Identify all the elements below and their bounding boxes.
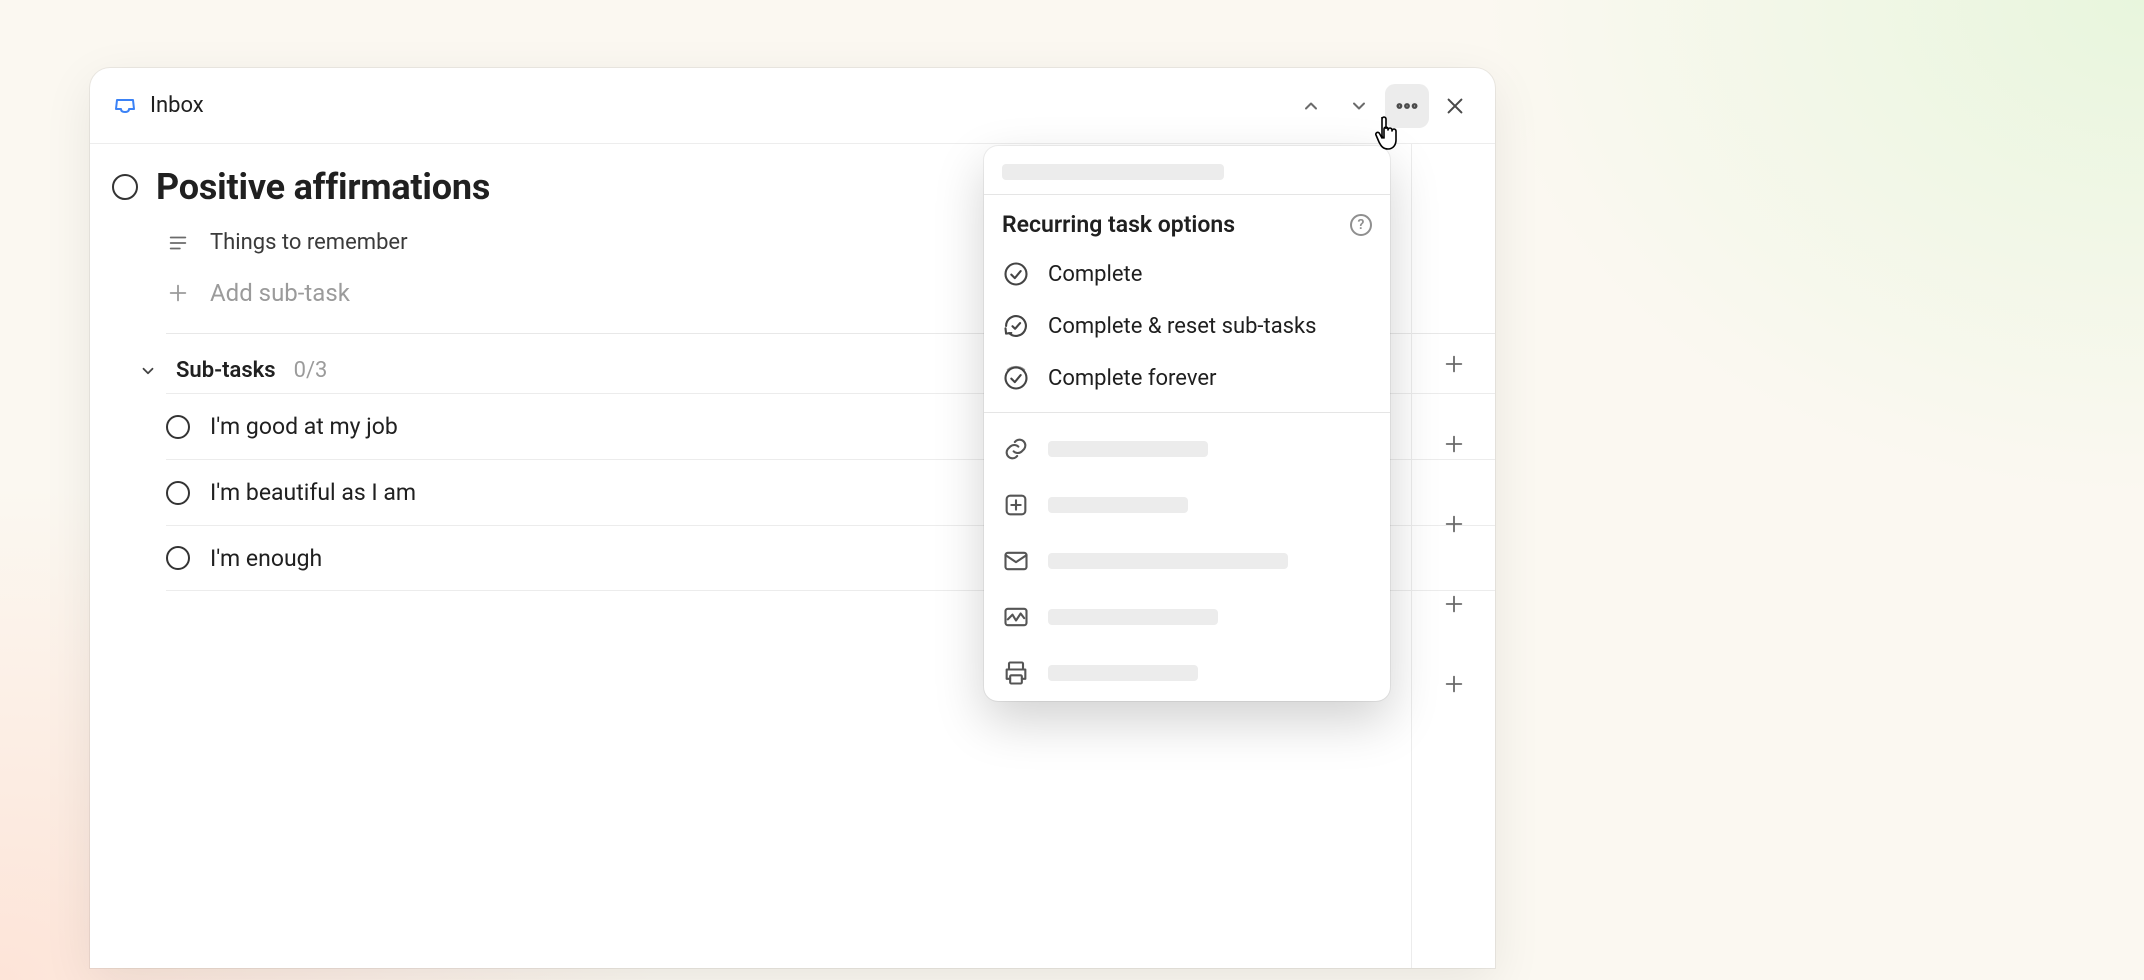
menu-item-complete[interactable]: Complete: [984, 248, 1390, 300]
breadcrumb-inbox[interactable]: Inbox: [150, 93, 204, 118]
placeholder-bar: [1048, 497, 1188, 513]
menu-placeholder-top: [984, 146, 1390, 186]
notes-icon: [166, 231, 190, 255]
help-icon[interactable]: ?: [1350, 214, 1372, 236]
menu-item-print[interactable]: [984, 645, 1390, 701]
task-description: Things to remember: [210, 230, 408, 255]
menu-item-complete-reset[interactable]: Complete & reset sub-tasks: [984, 300, 1390, 352]
placeholder-bar: [1048, 553, 1288, 569]
subtasks-label: Sub-tasks: [176, 358, 276, 383]
subtask-label: I'm enough: [210, 545, 322, 572]
placeholder-bar: [1048, 609, 1218, 625]
plus-icon: [166, 281, 190, 305]
menu-item-label: Complete forever: [1048, 366, 1216, 391]
subtask-checkbox[interactable]: [166, 415, 190, 439]
add-action-button[interactable]: [1434, 344, 1474, 384]
add-action-button[interactable]: [1434, 504, 1474, 544]
task-complete-checkbox[interactable]: [112, 174, 138, 200]
menu-section-title: Recurring task options: [1002, 211, 1235, 238]
chevron-down-icon: [136, 359, 160, 383]
inbox-icon: [112, 93, 138, 119]
subtask-checkbox[interactable]: [166, 546, 190, 570]
add-subtask-label: Add sub-task: [210, 279, 350, 307]
subtask-checkbox[interactable]: [166, 481, 190, 505]
placeholder-bar: [1048, 441, 1208, 457]
more-options-menu: Recurring task options ? Complete Comple…: [984, 146, 1390, 701]
menu-item-duplicate[interactable]: [984, 477, 1390, 533]
subtasks-count: 0/3: [294, 358, 328, 383]
menu-item-link[interactable]: [984, 421, 1390, 477]
close-button[interactable]: [1433, 84, 1477, 128]
add-action-button[interactable]: [1434, 584, 1474, 624]
menu-separator: [984, 194, 1390, 195]
menu-item-label: Complete: [1048, 262, 1142, 287]
menu-item-activity[interactable]: [984, 589, 1390, 645]
menu-separator: [984, 412, 1390, 413]
menu-section-title-row: Recurring task options ?: [984, 203, 1390, 248]
placeholder-bar: [1048, 665, 1198, 681]
right-actions-strip: [1411, 144, 1495, 968]
menu-item-email[interactable]: [984, 533, 1390, 589]
titlebar: Inbox: [90, 68, 1495, 144]
more-options-button[interactable]: [1385, 84, 1429, 128]
task-title[interactable]: Positive affirmations: [156, 166, 490, 208]
prev-task-button[interactable]: [1289, 84, 1333, 128]
add-action-button[interactable]: [1434, 664, 1474, 704]
subtask-label: I'm beautiful as I am: [210, 479, 416, 506]
subtask-label: I'm good at my job: [210, 413, 398, 440]
add-action-button[interactable]: [1434, 424, 1474, 464]
menu-item-label: Complete & reset sub-tasks: [1048, 314, 1317, 339]
next-task-button[interactable]: [1337, 84, 1381, 128]
placeholder-bar: [1002, 164, 1224, 180]
menu-item-complete-forever[interactable]: Complete forever: [984, 352, 1390, 404]
